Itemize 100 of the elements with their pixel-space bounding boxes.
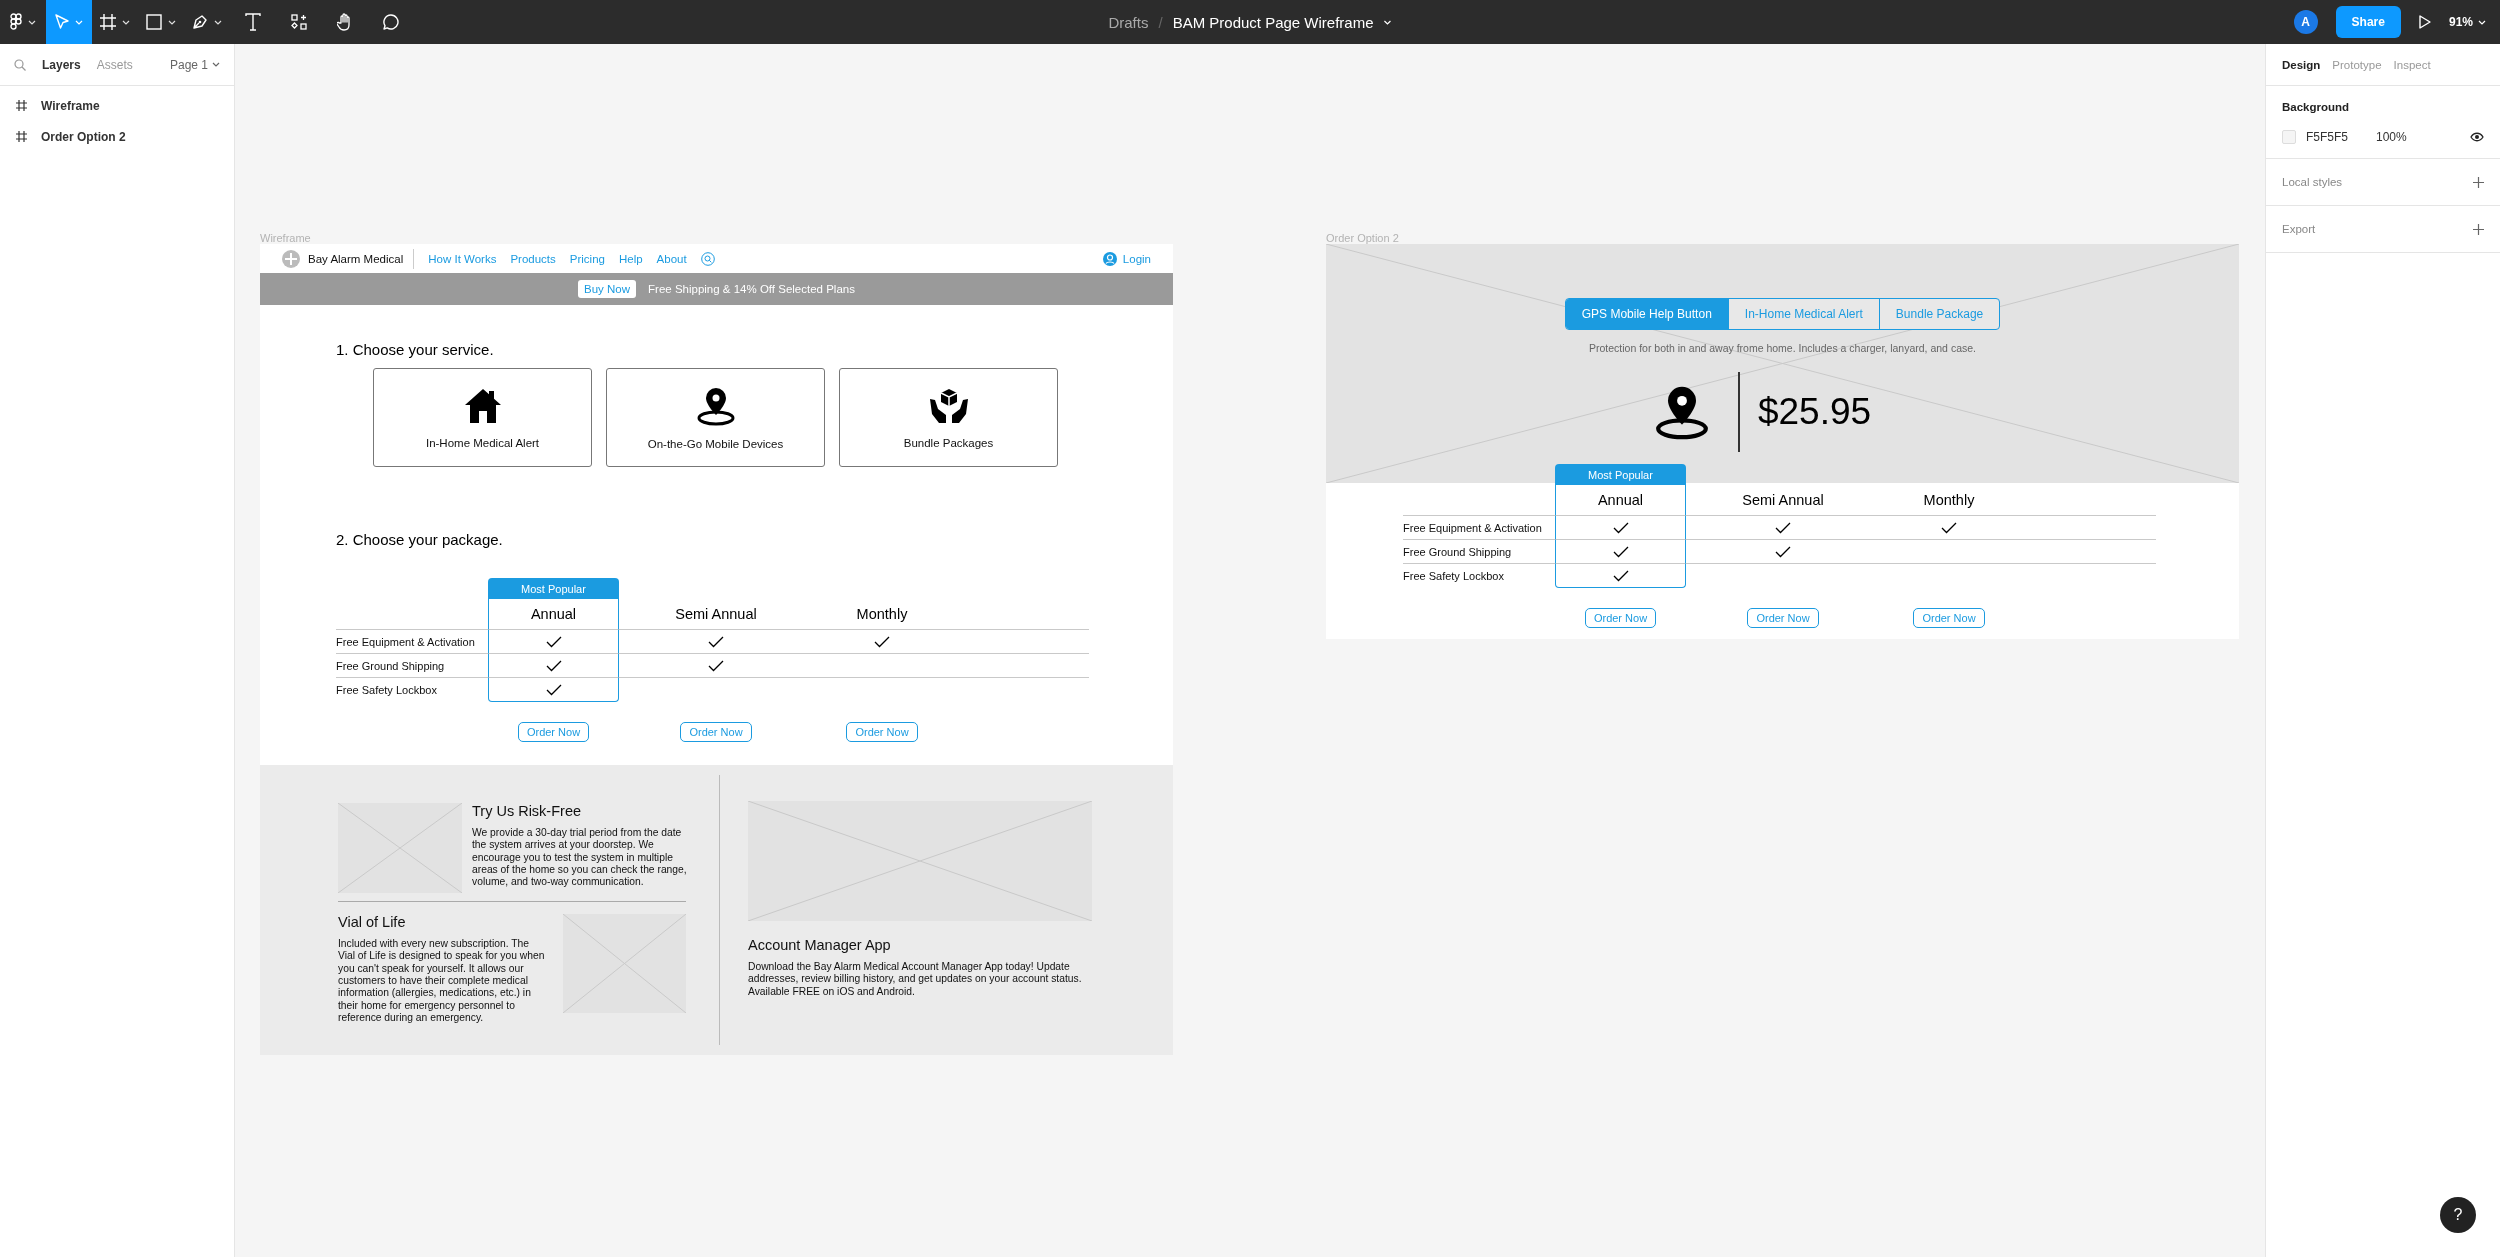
panel-tab[interactable]: Inspect — [2393, 58, 2431, 71]
rectangle-icon — [146, 14, 162, 30]
order-now-button[interactable]: Order Now — [1747, 608, 1819, 628]
brand-name[interactable]: Bay Alarm Medical — [308, 252, 404, 265]
feature-title: Vial of Life — [338, 914, 407, 930]
order-now-button[interactable]: Order Now — [846, 722, 918, 742]
order-now-button[interactable]: Order Now — [1913, 608, 1985, 628]
product-tab[interactable]: GPS Mobile Help Button — [1565, 299, 1728, 329]
pen-icon — [192, 14, 208, 30]
order-now-button[interactable]: Order Now — [517, 722, 590, 742]
price: $25.95 — [1757, 391, 1872, 433]
search-icon[interactable] — [700, 251, 715, 266]
frame-icon — [16, 100, 27, 111]
service-label: On-the-Go Mobile Devices — [647, 437, 784, 450]
plan-name: Annual — [1597, 492, 1644, 508]
plan-name: Annual — [530, 606, 577, 622]
chevron-down-icon — [122, 19, 130, 25]
hand-icon — [337, 13, 353, 31]
panel-tab[interactable]: Assets — [96, 57, 133, 72]
search-icon[interactable] — [14, 58, 26, 71]
feature-label: Free Equipment & Activation — [1403, 521, 1542, 534]
service-label: Bundle Packages — [903, 436, 994, 449]
cursor-icon — [55, 14, 69, 30]
chevron-down-icon — [214, 19, 222, 25]
chevron-down-icon — [212, 62, 220, 67]
layer-item[interactable]: Wireframe — [41, 98, 100, 113]
opacity-value[interactable]: 100% — [2376, 130, 2407, 144]
panel-tab[interactable]: Prototype — [2332, 58, 2382, 71]
section-heading: 2. Choose your package. — [336, 531, 504, 548]
breadcrumb-separator: / — [1158, 13, 1163, 31]
file-name[interactable]: BAM Product Page Wireframe — [1172, 13, 1374, 31]
section-title: Local styles — [2282, 176, 2343, 188]
service-label: In-Home Medical Alert — [425, 436, 540, 449]
feature-label: Free Equipment & Activation — [336, 635, 475, 648]
location-pin-icon — [1653, 384, 1710, 440]
breadcrumb-folder[interactable]: Drafts — [1108, 13, 1149, 31]
user-icon — [1102, 251, 1117, 266]
feature-label: Free Safety Lockbox — [336, 683, 437, 696]
frame-label[interactable]: Wireframe — [260, 232, 311, 244]
eye-icon[interactable] — [2470, 132, 2484, 142]
feature-label: Free Ground Shipping — [336, 659, 445, 672]
product-tab[interactable]: In-Home Medical Alert — [1727, 299, 1879, 329]
hands-holding-box-icon — [927, 386, 970, 425]
nav-link[interactable]: How It Works — [428, 252, 497, 265]
chevron-down-icon — [75, 19, 83, 25]
service-card[interactable]: Bundle Packages — [839, 368, 1058, 467]
chevron-down-icon — [28, 19, 36, 25]
plus-icon[interactable] — [2473, 176, 2484, 188]
plan-name: Semi Annual — [675, 606, 757, 622]
promo-text: Free Shipping & 14% Off Selected Plans — [648, 283, 855, 295]
buy-now-button[interactable]: Buy Now — [578, 280, 637, 298]
service-card[interactable]: On-the-Go Mobile Devices — [606, 368, 825, 467]
panel-tab[interactable]: Layers — [42, 57, 81, 72]
user-avatar[interactable]: A — [2293, 10, 2318, 34]
logo-icon — [282, 249, 300, 268]
comment-icon — [383, 14, 399, 30]
feature-label: Free Safety Lockbox — [1403, 569, 1504, 582]
product-description: Protection for both in and away frome home. Includes a charger, lanyard, and case. — [1589, 342, 1976, 354]
layer-item[interactable]: Order Option 2 — [41, 129, 126, 144]
frame-icon — [16, 131, 27, 142]
page-selector[interactable]: Page 1 — [169, 57, 208, 72]
text-tool-icon — [245, 13, 261, 31]
feature-text: We provide a 30-day trial period from the date the system arrives at your doorstep. We encourage you to test the system in multiple areas of the home so you can check the range, volume, and two-way communication. — [472, 827, 687, 889]
plus-icon[interactable] — [2473, 223, 2484, 235]
play-icon[interactable] — [2418, 15, 2431, 29]
plan-name: Monthly — [856, 606, 908, 622]
chevron-down-icon — [168, 19, 176, 25]
hex-value[interactable]: F5F5F5 — [2306, 130, 2376, 144]
order-now-button[interactable]: Order Now — [1584, 608, 1657, 628]
feature-title: Account Manager App — [748, 937, 892, 953]
section-title: Export — [2282, 223, 2316, 235]
location-pin-icon — [695, 385, 736, 426]
feature-text: Included with every new subscription. The Vial of Life is designed to speak for you when you can't speak for yourself. It allows our customers to have their complete medical information (allergies, medications, etc.) in their home for emergency personnel to reference during an emergency. — [338, 938, 546, 1025]
product-tab[interactable]: Bundle Package — [1878, 299, 2000, 329]
frame-icon — [100, 14, 116, 30]
chevron-down-icon — [1383, 19, 1392, 25]
frame-label[interactable]: Order Option 2 — [1326, 232, 1399, 244]
nav-link[interactable]: Products — [510, 252, 556, 265]
feature-title: Try Us Risk-Free — [472, 803, 582, 819]
zoom-level[interactable]: 91% — [2448, 15, 2473, 29]
components-icon — [291, 14, 307, 30]
nav-link[interactable]: Pricing — [569, 252, 605, 265]
service-card[interactable]: In-Home Medical Alert — [373, 368, 592, 467]
chevron-down-icon — [2478, 19, 2486, 25]
plan-name: Monthly — [1923, 492, 1975, 508]
feature-label: Free Ground Shipping — [1403, 545, 1512, 558]
share-button[interactable]: Share — [2335, 6, 2401, 38]
nav-link[interactable]: Help — [618, 252, 643, 265]
login-link[interactable]: Login — [1122, 252, 1151, 265]
popular-badge: Most Popular — [488, 578, 619, 599]
nav-link[interactable]: About — [656, 252, 687, 265]
color-swatch[interactable] — [2282, 130, 2296, 144]
order-now-button[interactable]: Order Now — [680, 722, 752, 742]
feature-text: Download the Bay Alarm Medical Account Manager App today! Update addresses, review billing history, and get updates on your account status. Available FREE on iOS and Android. — [748, 961, 1083, 999]
section-title: Background — [2282, 101, 2350, 113]
logo-icon — [10, 13, 22, 31]
section-heading: 1. Choose your service. — [336, 341, 495, 358]
plan-name: Semi Annual — [1742, 492, 1824, 508]
panel-tab[interactable]: Design — [2282, 58, 2321, 71]
popular-badge: Most Popular — [1555, 464, 1686, 485]
